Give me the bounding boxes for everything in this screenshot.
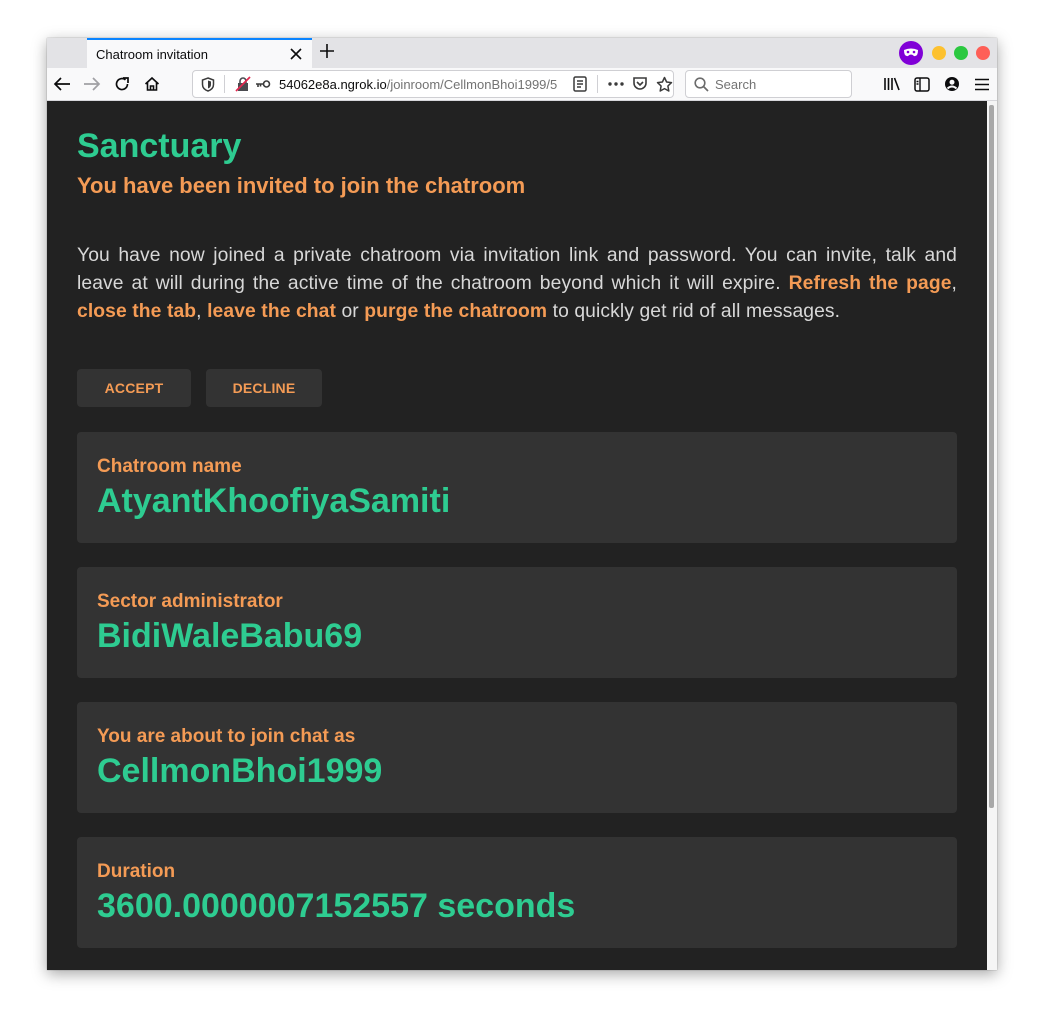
home-button[interactable] <box>139 72 165 96</box>
duration-card: Duration 3600.0000007152557 seconds <box>77 837 957 948</box>
reader-view-icon[interactable] <box>573 76 587 92</box>
shield-icon[interactable] <box>201 76 215 92</box>
home-icon <box>144 76 160 91</box>
intro-text-end: to quickly get rid of all messages. <box>547 301 841 322</box>
url-path: /joinroom/CellmonBhoi1999/5 <box>386 76 558 92</box>
star-icon[interactable] <box>656 76 673 93</box>
browser-window: Chatroom invitation 54062e8a.ngrok.io/jo… <box>47 38 997 970</box>
accept-button[interactable]: ACCEPT <box>77 369 191 407</box>
card-label: Duration <box>97 861 176 882</box>
card-label: You are about to join chat as <box>97 726 356 747</box>
card-label: Chatroom name <box>97 456 242 477</box>
menu-button[interactable] <box>969 72 995 96</box>
forward-button[interactable] <box>79 72 105 96</box>
maximize-button[interactable] <box>954 46 968 60</box>
sidebar-button[interactable] <box>909 72 935 96</box>
lock-crossed-icon[interactable] <box>235 76 251 92</box>
account-icon <box>945 77 959 91</box>
search-input[interactable]: Search <box>685 70 852 98</box>
library-button[interactable] <box>879 72 905 96</box>
url-host: 54062e8a.ngrok.io <box>279 76 387 92</box>
arrow-right-icon <box>84 77 101 91</box>
sidebar-icon <box>914 76 930 92</box>
tab-chatroom-invitation[interactable]: Chatroom invitation <box>87 38 312 68</box>
page-content: Sanctuary You have been invited to join … <box>47 101 987 970</box>
sector-administrator-card: Sector administrator BidiWaleBabu69 <box>77 567 957 678</box>
close-window-button[interactable] <box>976 46 990 60</box>
key-icon[interactable] <box>255 79 271 89</box>
navigation-toolbar: 54062e8a.ngrok.io/joinroom/CellmonBhoi19… <box>47 68 997 101</box>
url-bar[interactable]: 54062e8a.ngrok.io/joinroom/CellmonBhoi19… <box>192 70 674 98</box>
refresh-page-link[interactable]: Refresh the page <box>789 273 952 294</box>
hamburger-icon <box>975 78 989 90</box>
private-browsing-icon <box>899 41 923 65</box>
intro-separator: , <box>196 301 208 322</box>
url-text[interactable]: 54062e8a.ngrok.io/joinroom/CellmonBhoi19… <box>279 77 567 92</box>
page-subtitle: You have been invited to join the chatro… <box>77 173 526 198</box>
minimize-button[interactable] <box>932 46 946 60</box>
tab-title: Chatroom invitation <box>96 46 208 62</box>
purge-chatroom-link[interactable]: purge the chatroom <box>364 301 547 322</box>
administrator-value: BidiWaleBabu69 <box>97 617 363 655</box>
reload-icon <box>115 77 129 91</box>
intro-paragraph: You have now joined a private chatroom v… <box>77 242 957 326</box>
intro-separator: , <box>951 273 958 294</box>
back-button[interactable] <box>49 72 75 96</box>
account-button[interactable] <box>939 72 965 96</box>
library-icon <box>884 77 900 91</box>
close-tab-link[interactable]: close the tab <box>77 301 196 322</box>
ellipsis-icon[interactable] <box>608 82 624 86</box>
plus-icon <box>320 44 334 58</box>
username-value: CellmonBhoi1999 <box>97 752 383 790</box>
chatroom-name-value: AtyantKhoofiyaSamiti <box>97 482 451 520</box>
arrow-left-icon <box>53 77 70 91</box>
card-label: Sector administrator <box>97 591 283 612</box>
search-icon <box>694 76 709 92</box>
tab-bar: Chatroom invitation <box>47 38 997 68</box>
scrollbar-thumb[interactable] <box>989 105 994 808</box>
leave-chat-link[interactable]: leave the chat <box>207 301 336 322</box>
duration-value: 3600.0000007152557 seconds <box>97 887 576 925</box>
new-tab-button[interactable] <box>317 42 337 64</box>
decline-button[interactable]: DECLINE <box>206 369 322 407</box>
chatroom-name-card: Chatroom name AtyantKhoofiyaSamiti <box>77 432 957 543</box>
search-placeholder: Search <box>715 76 757 92</box>
close-tab-icon[interactable] <box>286 44 306 64</box>
page-title: Sanctuary <box>77 127 242 165</box>
vertical-scrollbar[interactable] <box>987 101 997 970</box>
pocket-icon[interactable] <box>632 76 648 92</box>
reload-button[interactable] <box>109 72 135 96</box>
join-as-card: You are about to join chat as CellmonBho… <box>77 702 957 813</box>
intro-separator: or <box>336 301 365 322</box>
